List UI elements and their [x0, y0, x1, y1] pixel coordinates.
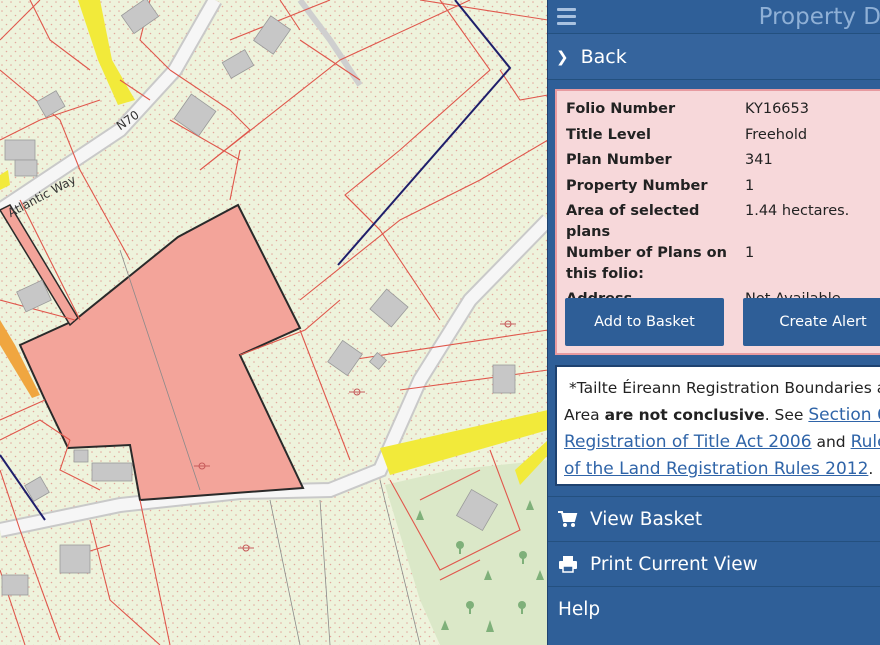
info-key: Plan Number: [566, 152, 672, 168]
chevron-left-icon: ❯: [556, 47, 569, 66]
notice-text-2b: . See: [764, 406, 809, 424]
notice-period: .: [868, 460, 874, 478]
rule-link[interactable]: Rule: [851, 432, 880, 452]
add-to-basket-button[interactable]: Add to Basket: [565, 298, 724, 346]
info-row: Folio Number KY16653: [566, 99, 849, 125]
registration-act-link[interactable]: Registration of Title Act 2006: [564, 432, 812, 452]
section-62-link[interactable]: Section 62(: [808, 405, 880, 425]
cart-icon: [558, 510, 578, 528]
notice-line-3: Registration of Title Act 2006 and Rule: [564, 429, 880, 456]
print-current-view-button[interactable]: Print Current View: [548, 541, 880, 586]
help-button[interactable]: Help: [548, 586, 880, 631]
info-row: Number of Plans on this folio: 1: [566, 243, 849, 289]
info-value: KY16653: [745, 101, 809, 117]
notice-text-1: *Tailte Éireann Registration Boundaries …: [568, 379, 880, 397]
view-basket-label: View Basket: [590, 508, 703, 530]
print-view-label: Print Current View: [590, 553, 758, 575]
panel-header: Property D: [548, 0, 880, 33]
folio-info-card: Folio Number KY16653 Title Level Freehold …: [555, 89, 880, 355]
land-registration-rules-link[interactable]: of the Land Registration Rules 2012: [564, 459, 868, 479]
notice-line-1: *Tailte Éireann Registration Boundaries …: [564, 375, 880, 402]
create-alert-button[interactable]: Create Alert: [743, 298, 880, 346]
printer-icon: [558, 555, 578, 573]
info-value: 1.44 hectares.: [745, 203, 850, 219]
folio-info-table: Folio Number KY16653 Title Level Freehold …: [566, 99, 849, 315]
view-basket-button[interactable]: View Basket: [548, 496, 880, 541]
panel-title: Property D: [758, 3, 880, 30]
notice-and-text: and: [811, 433, 851, 451]
info-row: Title Level Freehold: [566, 125, 849, 151]
info-key: Folio Number: [566, 101, 676, 117]
info-row: Plan Number 341: [566, 150, 849, 176]
info-key: Area of selected plans: [566, 203, 700, 240]
notice-line-4: of the Land Registration Rules 2012.: [564, 456, 880, 483]
menu-icon[interactable]: [557, 8, 576, 25]
info-row: Property Number 1: [566, 176, 849, 202]
info-value: 1: [745, 177, 755, 194]
disclaimer-notice: *Tailte Éireann Registration Boundaries …: [555, 365, 880, 486]
help-label: Help: [558, 598, 601, 620]
notice-bold-text: are not conclusive: [604, 406, 765, 424]
property-details-panel: Property D ❯ Back Folio Number KY16653 Ti…: [547, 0, 880, 645]
info-value: 1: [745, 245, 755, 261]
notice-text-2a: Area: [564, 406, 605, 424]
map-view[interactable]: N70 Atlantic Way: [0, 0, 548, 645]
info-key: Title Level: [566, 126, 651, 143]
info-key: Number of Plans on this folio:: [566, 245, 727, 282]
info-row: Area of selected plans 1.44 hectares.: [566, 201, 849, 243]
info-key: Property Number: [566, 177, 708, 194]
info-value: Freehold: [745, 126, 808, 143]
back-label: Back: [580, 45, 627, 68]
info-value: 341: [745, 152, 773, 168]
back-button[interactable]: ❯ Back: [548, 33, 880, 80]
map-canvas[interactable]: N70 Atlantic Way: [0, 0, 548, 645]
notice-line-2: Area are not conclusive. See Section 62(: [564, 402, 880, 429]
